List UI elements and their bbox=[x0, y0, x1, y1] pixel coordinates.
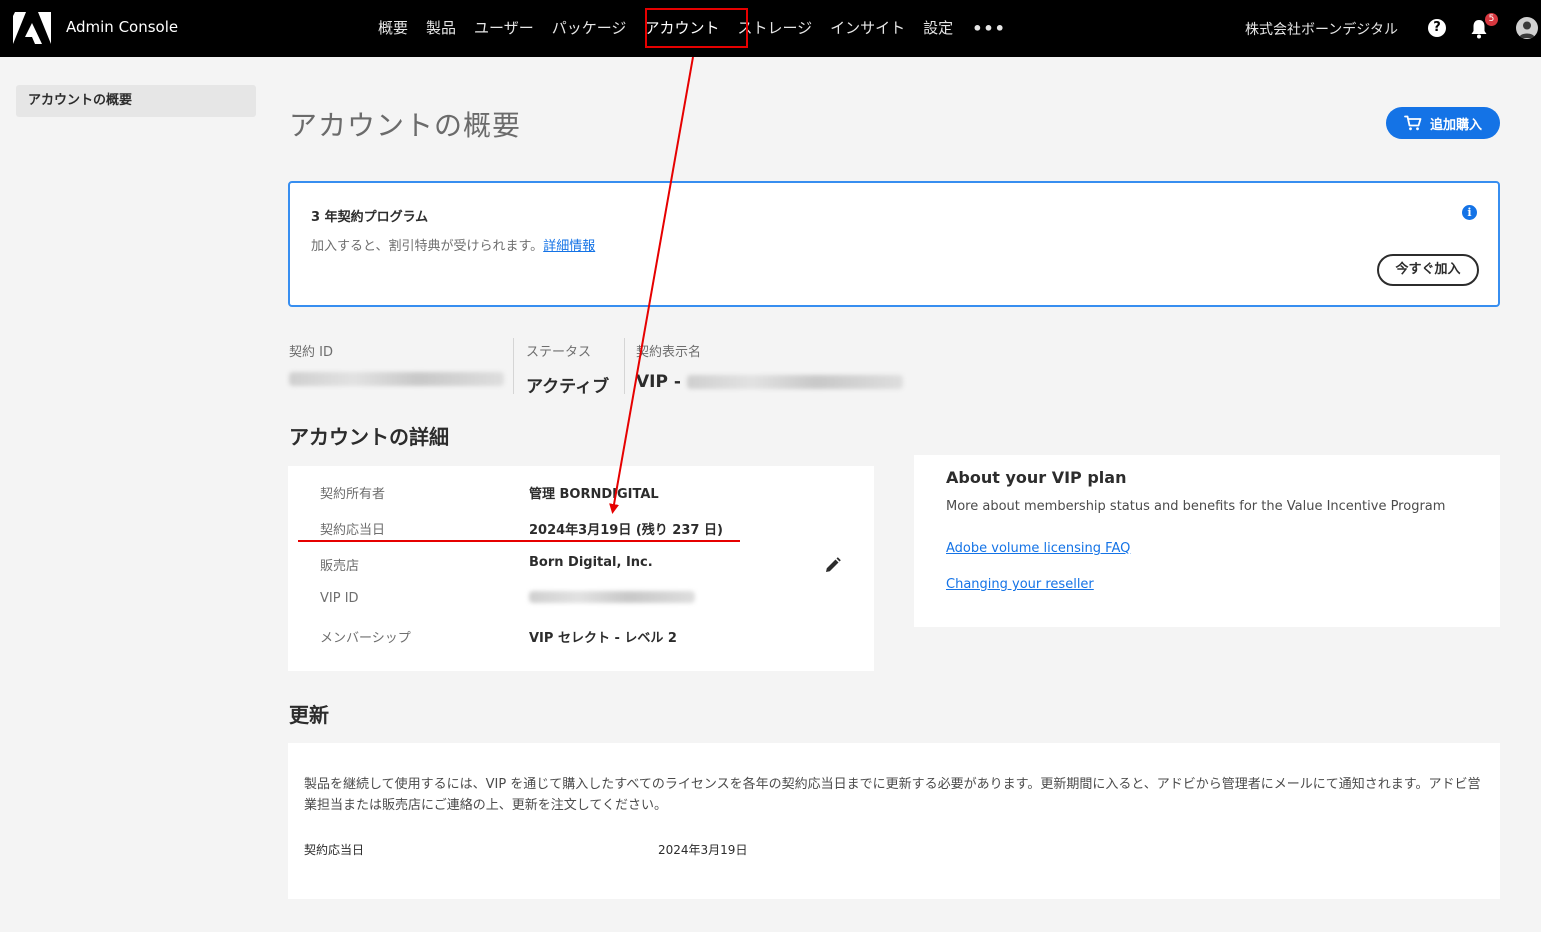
app-title[interactable]: Admin Console bbox=[66, 18, 178, 36]
renewal-card: 製品を継続して使用するには、VIP を通じて購入したすべてのライセンスを各年の契… bbox=[288, 743, 1500, 899]
user-icon bbox=[1519, 21, 1535, 38]
buy-more-button[interactable]: 追加購入 bbox=[1386, 107, 1500, 139]
contract-id-field: 契約 ID bbox=[289, 340, 504, 394]
detail-value: VIP セレクト - レベル 2 bbox=[529, 631, 677, 646]
join-now-button[interactable]: 今すぐ加入 bbox=[1377, 254, 1479, 286]
vip-plan-card: About your VIP plan More about membershi… bbox=[914, 455, 1500, 627]
contract-id-redacted bbox=[289, 372, 504, 386]
divider bbox=[624, 338, 625, 394]
display-name-redacted bbox=[686, 375, 903, 389]
promo-title: 3 年契約プログラム bbox=[311, 210, 429, 225]
vip-plan-description: More about membership status and benefit… bbox=[946, 499, 1446, 514]
promo-description: 加入すると、割引特典が受けられます。詳細情報 bbox=[311, 235, 595, 254]
promo-description-text: 加入すると、割引特典が受けられます。 bbox=[311, 239, 544, 254]
adobe-logo-icon[interactable] bbox=[13, 12, 51, 44]
nav-item-products[interactable]: 製品 bbox=[417, 0, 465, 57]
detail-value: 2024年3月19日 (残り 237 日) bbox=[529, 523, 723, 538]
status-value: アクティブ bbox=[526, 377, 610, 397]
page-title: アカウントの概要 bbox=[289, 109, 522, 142]
annotation-highlight-box bbox=[645, 8, 748, 48]
status-field: ステータス アクティブ bbox=[526, 340, 610, 397]
detail-label: 契約所有者 bbox=[320, 487, 386, 502]
renewal-title: 更新 bbox=[289, 703, 329, 727]
display-name-prefix: VIP - bbox=[636, 372, 681, 392]
info-icon[interactable]: i bbox=[1462, 205, 1477, 220]
renewal-description: 製品を継続して使用するには、VIP を通じて購入したすべてのライセンスを各年の契… bbox=[304, 777, 1481, 813]
cart-icon bbox=[1404, 115, 1422, 131]
org-switcher[interactable]: 株式会社ボーンデジタル bbox=[1245, 19, 1398, 39]
nav-item-settings[interactable]: 設定 bbox=[914, 0, 962, 57]
more-menu-icon[interactable]: ••• bbox=[962, 19, 1016, 38]
detail-label: 販売店 bbox=[320, 559, 360, 574]
display-name-field: 契約表示名 VIP - bbox=[636, 340, 903, 394]
renewal-date-value: 2024年3月19日 bbox=[658, 843, 748, 857]
nav-item-insights[interactable]: インサイト bbox=[821, 0, 914, 57]
top-nav-bar: Admin Console 概要 製品 ユーザー パッケージ アカウント ストレ… bbox=[0, 0, 1541, 57]
account-details-card: 契約所有者 管理 BORNDIGITAL 契約応当日 2024年3月19日 (残… bbox=[288, 466, 874, 671]
detail-label: メンバーシップ bbox=[320, 631, 411, 646]
sidebar-item-account-overview[interactable]: アカウントの概要 bbox=[16, 85, 256, 117]
nav-item-packages[interactable]: パッケージ bbox=[543, 0, 636, 57]
display-name-label: 契約表示名 bbox=[636, 345, 702, 360]
edit-pencil-icon[interactable] bbox=[824, 557, 841, 574]
contract-id-label: 契約 ID bbox=[289, 345, 333, 360]
detail-label: VIP ID bbox=[320, 591, 359, 606]
divider bbox=[513, 338, 514, 394]
volume-licensing-faq-link[interactable]: Adobe volume licensing FAQ bbox=[946, 541, 1130, 556]
avatar[interactable] bbox=[1516, 17, 1538, 39]
buy-more-label: 追加購入 bbox=[1429, 117, 1482, 133]
vip-id-redacted bbox=[529, 591, 695, 603]
detail-label: 契約応当日 bbox=[320, 523, 386, 538]
nav-item-users[interactable]: ユーザー bbox=[465, 0, 543, 57]
status-label: ステータス bbox=[526, 345, 592, 360]
help-icon[interactable]: ? bbox=[1428, 19, 1446, 37]
learn-more-link[interactable]: 詳細情報 bbox=[543, 239, 595, 254]
nav-item-overview[interactable]: 概要 bbox=[369, 0, 417, 57]
notification-badge: 5 bbox=[1485, 13, 1498, 26]
three-year-program-banner: 3 年契約プログラム 加入すると、割引特典が受けられます。詳細情報 i 今すぐ加… bbox=[288, 181, 1500, 307]
vip-plan-title: About your VIP plan bbox=[946, 468, 1127, 487]
renewal-date-label: 契約応当日 bbox=[304, 843, 365, 857]
detail-value: 管理 BORNDIGITAL bbox=[529, 487, 659, 502]
detail-value: Born Digital, Inc. bbox=[529, 555, 653, 570]
changing-reseller-link[interactable]: Changing your reseller bbox=[946, 577, 1094, 592]
account-details-title: アカウントの詳細 bbox=[289, 425, 449, 449]
